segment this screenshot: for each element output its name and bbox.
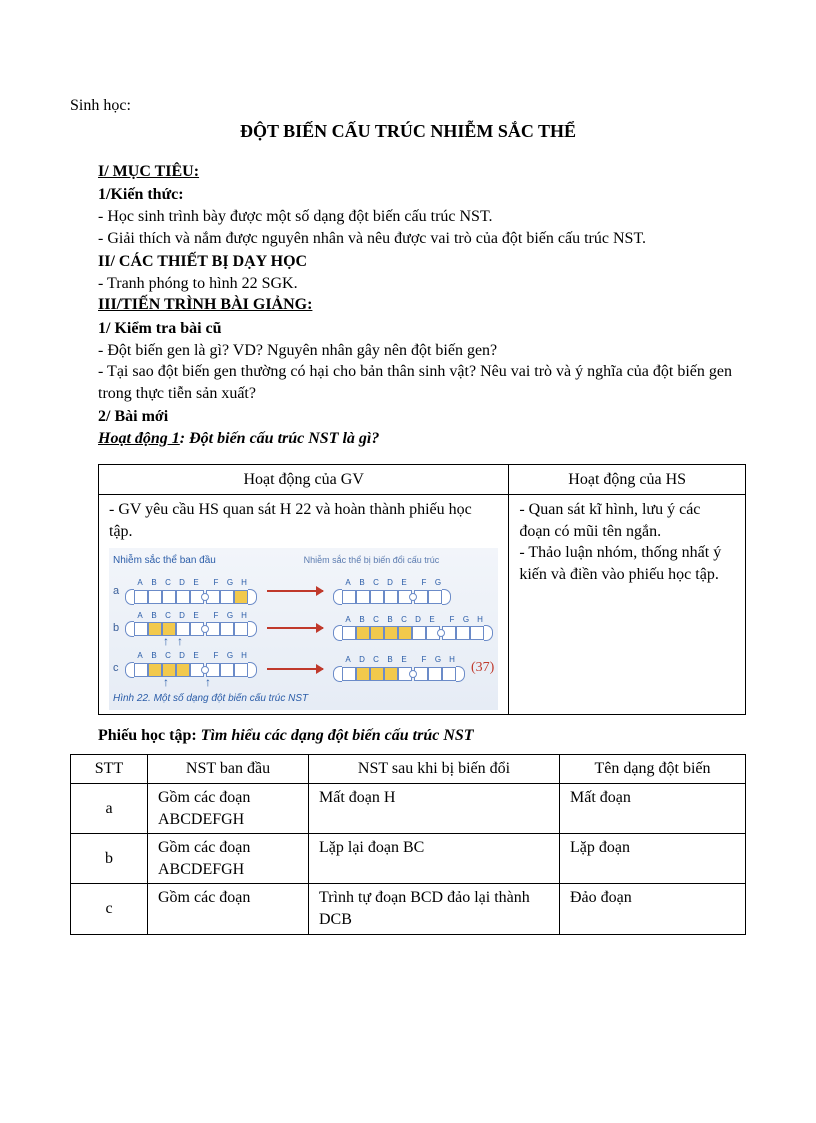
activity-label: Hoạt động 1 (98, 430, 180, 447)
page-title: ĐỘT BIẾN CẤU TRÚC NHIỄM SẮC THỂ (70, 119, 746, 143)
gv-cell: - GV yêu cầu HS quan sát H 22 và hoàn th… (99, 495, 509, 715)
cell-after: Trình tự đoạn BCD đảo lại thành DCB (309, 884, 560, 934)
section-1-heading: I/ MỤC TIÊU: (98, 161, 746, 183)
col-stt-header: STT (71, 755, 148, 784)
col-name-header: Tên dạng đột biến (560, 755, 746, 784)
activity-desc: : Đột biến cấu trúc NST là gì? (180, 430, 380, 447)
table-row: b Gồm các đoạn ABCDEFGH Lặp lại đoạn BC … (71, 834, 746, 884)
section-1-p1: - Học sinh trình bày được một số dạng độ… (98, 206, 746, 228)
hs-text-1: - Quan sát kĩ hình, lưu ý các đoạn có mũ… (519, 499, 735, 542)
worksheet-lead: Phiếu học tập: (98, 727, 201, 744)
cell-name: Mất đoạn (560, 783, 746, 833)
subject-label: Sinh học: (70, 95, 746, 117)
table-row: a Gồm các đoạn ABCDEFGH Mất đoạn H Mất đ… (71, 783, 746, 833)
hs-cell: - Quan sát kĩ hình, lưu ý các đoạn có mũ… (509, 495, 746, 715)
section-1-p2: - Giải thích và nắm được nguyên nhân và … (98, 228, 746, 250)
cell-name: Đảo đoạn (560, 884, 746, 934)
table-row: c Gồm các đoạn Trình tự đoạn BCD đảo lại… (71, 884, 746, 934)
cell-orig: Gồm các đoạn (148, 884, 309, 934)
col-orig-header: NST ban đầu (148, 755, 309, 784)
row-label-b: b (113, 621, 125, 636)
cell-after: Mất đoạn H (309, 783, 560, 833)
section-3-sub2: 2/ Bài mới (98, 406, 746, 428)
mutation-table: STT NST ban đầu NST sau khi bị biến đổi … (70, 754, 746, 934)
activity-title: Hoạt động 1: Đột biến cấu trúc NST là gì… (98, 428, 746, 450)
labels-a-right: ABCDEFG (333, 578, 451, 589)
section-3-sub1: 1/ Kiểm tra bài cũ (98, 318, 746, 340)
section-2-p1: - Tranh phóng to hình 22 SGK. (98, 273, 746, 295)
content-body: I/ MỤC TIÊU: 1/Kiến thức: - Học sinh trì… (98, 161, 746, 715)
hs-header: Hoạt động của HS (509, 464, 746, 495)
cell-after: Lặp lại đoạn BC (309, 834, 560, 884)
diagram-row-b: b ABCDEFGH ↑↑ ABCBCDEFGH (113, 611, 494, 646)
cell-orig: Gồm các đoạn ABCDEFGH (148, 834, 309, 884)
hs-text-2: - Thảo luận nhóm, thống nhất ý kiến và đ… (519, 542, 735, 585)
labels-c-left: ABCDEFGH (125, 651, 257, 662)
figure-caption: Hình 22. Một số dạng đột biến cấu trúc N… (113, 692, 494, 706)
worksheet-body: Tìm hiểu các dạng đột biến cấu trúc NST (201, 727, 474, 744)
diagram-caption-left: Nhiễm sắc thể ban đầu (113, 554, 304, 568)
table-header-row: STT NST ban đầu NST sau khi bị biến đổi … (71, 755, 746, 784)
diagram-row-a: a ABCDEFGH ABCDEFG (113, 578, 494, 605)
chromosome-diagram: Nhiễm sắc thể ban đầu Nhiễm sắc thể bị b… (109, 548, 498, 709)
row-label-c: c (113, 661, 125, 676)
cell-stt: b (71, 834, 148, 884)
section-3-heading: III/TIẾN TRÌNH BÀI GIẢNG: (98, 294, 746, 316)
arrow-icon (267, 627, 323, 629)
labels-a-left: ABCDEFGH (125, 578, 257, 589)
diagram-row-c: c ABCDEFGH ↑↑ ADCBEFGH (37) (113, 651, 494, 686)
labels-b-right: ABCBCDEFGH (333, 615, 493, 626)
col-after-header: NST sau khi bị biến đổi (309, 755, 560, 784)
labels-c-right: ADCBEFGH (333, 655, 465, 666)
arrow-icon (267, 668, 323, 670)
cell-stt: c (71, 884, 148, 934)
section-2-heading: II/ CÁC THIẾT BỊ DẠY HỌC (98, 251, 746, 273)
cell-orig: Gồm các đoạn ABCDEFGH (148, 783, 309, 833)
section-1-sub1: 1/Kiến thức: (98, 184, 746, 206)
handwritten-annotation: (37) (471, 659, 494, 678)
gv-header: Hoạt động của GV (99, 464, 509, 495)
section-3-p2: - Tại sao đột biến gen thường có hại cho… (98, 361, 746, 404)
cell-name: Lặp đoạn (560, 834, 746, 884)
diagram-caption-right: Nhiễm sắc thể bị biến đổi cấu trúc (304, 554, 495, 570)
arrow-icon (267, 590, 323, 592)
row-label-a: a (113, 584, 125, 599)
gv-hs-table: Hoạt động của GV Hoạt động của HS - GV y… (98, 464, 746, 715)
section-3-p1: - Đột biến gen là gì? VD? Nguyên nhân gâ… (98, 340, 746, 362)
gv-text: - GV yêu cầu HS quan sát H 22 và hoàn th… (109, 499, 498, 542)
cell-stt: a (71, 783, 148, 833)
worksheet-title: Phiếu học tập: Tìm hiểu các dạng đột biế… (98, 725, 746, 747)
labels-b-left: ABCDEFGH (125, 611, 257, 622)
